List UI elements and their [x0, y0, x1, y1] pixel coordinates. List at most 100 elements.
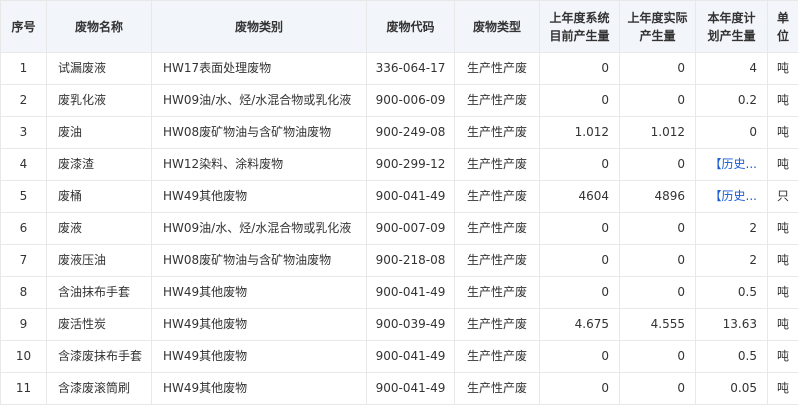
- cell-waste-category: HW49其他废物: [151, 372, 367, 405]
- cell-waste-category: HW49其他废物: [151, 276, 367, 309]
- cell-waste-type: 生产性产废: [454, 244, 540, 277]
- cell-index: 5: [0, 180, 47, 213]
- cell-waste-category: HW09油/水、烃/水混合物或乳化液: [151, 84, 367, 117]
- cell-last-year-actual: 0: [619, 372, 696, 405]
- cell-waste-code: 900-039-49: [366, 308, 455, 341]
- cell-last-year-system: 0: [539, 244, 620, 277]
- cell-unit: 吨: [767, 244, 798, 277]
- cell-waste-category: HW08废矿物油与含矿物油废物: [151, 116, 367, 149]
- cell-unit: 吨: [767, 308, 798, 341]
- table-row: 8 含油抹布手套 HW49其他废物 900-041-49 生产性产废 0 0 0.5 吨: [0, 276, 798, 309]
- cell-waste-name: 废油: [46, 116, 152, 149]
- cell-waste-category: HW12染料、涂料废物: [151, 148, 367, 181]
- cell-waste-code: 900-007-09: [366, 212, 455, 245]
- column-header-waste-code: 废物代码: [366, 0, 455, 53]
- cell-this-year-plan: 0: [695, 116, 768, 149]
- cell-waste-category: HW08废矿物油与含矿物油废物: [151, 244, 367, 277]
- cell-this-year-plan: 4: [695, 52, 768, 85]
- table-row: 5 废桶 HW49其他废物 900-041-49 生产性产废 4604 4896 【历史...…: [0, 180, 798, 213]
- cell-last-year-actual: 4896: [619, 180, 696, 213]
- cell-last-year-system: 1.012: [539, 116, 620, 149]
- cell-last-year-actual: 0: [619, 276, 696, 309]
- cell-waste-name: 废液: [46, 212, 152, 245]
- table-row: 4 废漆渣 HW12染料、涂料废物 900-299-12 生产性产废 0 0 【历史... 吨: [0, 148, 798, 181]
- column-header-unit: 单位: [767, 0, 798, 53]
- cell-this-year-plan: 0.5: [695, 276, 768, 309]
- column-header-this-year-plan: 本年度计划产生量: [695, 0, 768, 53]
- cell-last-year-system: 0: [539, 52, 620, 85]
- cell-last-year-actual: 0: [619, 52, 696, 85]
- cell-waste-name: 废活性炭: [46, 308, 152, 341]
- cell-waste-code: 900-041-49: [366, 340, 455, 373]
- cell-this-year-plan: 【历史...: [695, 148, 768, 181]
- cell-waste-type: 生产性产废: [454, 340, 540, 373]
- cell-waste-type: 生产性产废: [454, 212, 540, 245]
- cell-waste-name: 含油抹布手套: [46, 276, 152, 309]
- cell-waste-type: 生产性产废: [454, 180, 540, 213]
- cell-index: 4: [0, 148, 47, 181]
- cell-waste-type: 生产性产废: [454, 308, 540, 341]
- cell-unit: 吨: [767, 116, 798, 149]
- cell-waste-name: 废桶: [46, 180, 152, 213]
- cell-waste-type: 生产性产废: [454, 116, 540, 149]
- cell-unit: 吨: [767, 212, 798, 245]
- cell-waste-type: 生产性产废: [454, 276, 540, 309]
- cell-waste-name: 含漆废滚筒刷: [46, 372, 152, 405]
- cell-waste-category: HW49其他废物: [151, 180, 367, 213]
- cell-last-year-actual: 0: [619, 84, 696, 117]
- cell-index: 9: [0, 308, 47, 341]
- cell-index: 7: [0, 244, 47, 277]
- table-row: 11 含漆废滚筒刷 HW49其他废物 900-041-49 生产性产废 0 0 0.05 吨: [0, 372, 798, 405]
- history-link[interactable]: 【历史...: [710, 157, 757, 171]
- cell-waste-name: 废乳化液: [46, 84, 152, 117]
- cell-last-year-actual: 0: [619, 148, 696, 181]
- cell-waste-name: 试漏废液: [46, 52, 152, 85]
- cell-unit: 吨: [767, 372, 798, 405]
- cell-last-year-system: 0: [539, 212, 620, 245]
- cell-index: 8: [0, 276, 47, 309]
- cell-waste-code: 900-249-08: [366, 116, 455, 149]
- cell-index: 6: [0, 212, 47, 245]
- cell-waste-type: 生产性产废: [454, 372, 540, 405]
- table-row: 9 废活性炭 HW49其他废物 900-039-49 生产性产废 4.675 4.555 13…: [0, 308, 798, 341]
- table-row: 7 废液压油 HW08废矿物油与含矿物油废物 900-218-08 生产性产废 0 0 2 吨: [0, 244, 798, 277]
- history-link[interactable]: 【历史...: [710, 189, 757, 203]
- cell-waste-code: 900-041-49: [366, 180, 455, 213]
- table-row: 10 含漆废抹布手套 HW49其他废物 900-041-49 生产性产废 0 0 0.5 吨: [0, 340, 798, 373]
- cell-waste-category: HW49其他废物: [151, 308, 367, 341]
- cell-waste-category: HW17表面处理废物: [151, 52, 367, 85]
- table-row: 2 废乳化液 HW09油/水、烃/水混合物或乳化液 900-006-09 生产性产废 0 0…: [0, 84, 798, 117]
- cell-last-year-system: 0: [539, 84, 620, 117]
- cell-index: 3: [0, 116, 47, 149]
- table-row: 1 试漏废液 HW17表面处理废物 336-064-17 生产性产废 0 0 4 吨: [0, 52, 798, 85]
- cell-last-year-system: 0: [539, 372, 620, 405]
- cell-last-year-system: 4604: [539, 180, 620, 213]
- cell-last-year-actual: 4.555: [619, 308, 696, 341]
- cell-this-year-plan: 【历史...: [695, 180, 768, 213]
- cell-waste-type: 生产性产废: [454, 84, 540, 117]
- cell-this-year-plan: 0.5: [695, 340, 768, 373]
- cell-waste-code: 900-006-09: [366, 84, 455, 117]
- cell-this-year-plan: 2: [695, 212, 768, 245]
- waste-table: 序号 废物名称 废物类别 废物代码 废物类型 上年度系统目前产生量 上年度实际产…: [0, 0, 798, 405]
- cell-waste-code: 336-064-17: [366, 52, 455, 85]
- cell-waste-code: 900-041-49: [366, 276, 455, 309]
- cell-this-year-plan: 13.63: [695, 308, 768, 341]
- column-header-last-year-system: 上年度系统目前产生量: [539, 0, 620, 53]
- cell-last-year-system: 0: [539, 148, 620, 181]
- cell-last-year-actual: 0: [619, 244, 696, 277]
- cell-unit: 吨: [767, 52, 798, 85]
- cell-last-year-actual: 1.012: [619, 116, 696, 149]
- cell-waste-code: 900-218-08: [366, 244, 455, 277]
- cell-waste-category: HW09油/水、烃/水混合物或乳化液: [151, 212, 367, 245]
- cell-index: 1: [0, 52, 47, 85]
- column-header-last-year-actual: 上年度实际产生量: [619, 0, 696, 53]
- cell-this-year-plan: 0.2: [695, 84, 768, 117]
- cell-index: 2: [0, 84, 47, 117]
- cell-waste-type: 生产性产废: [454, 148, 540, 181]
- cell-unit: 吨: [767, 340, 798, 373]
- cell-unit: 只: [767, 180, 798, 213]
- cell-unit: 吨: [767, 84, 798, 117]
- cell-last-year-actual: 0: [619, 340, 696, 373]
- cell-waste-code: 900-041-49: [366, 372, 455, 405]
